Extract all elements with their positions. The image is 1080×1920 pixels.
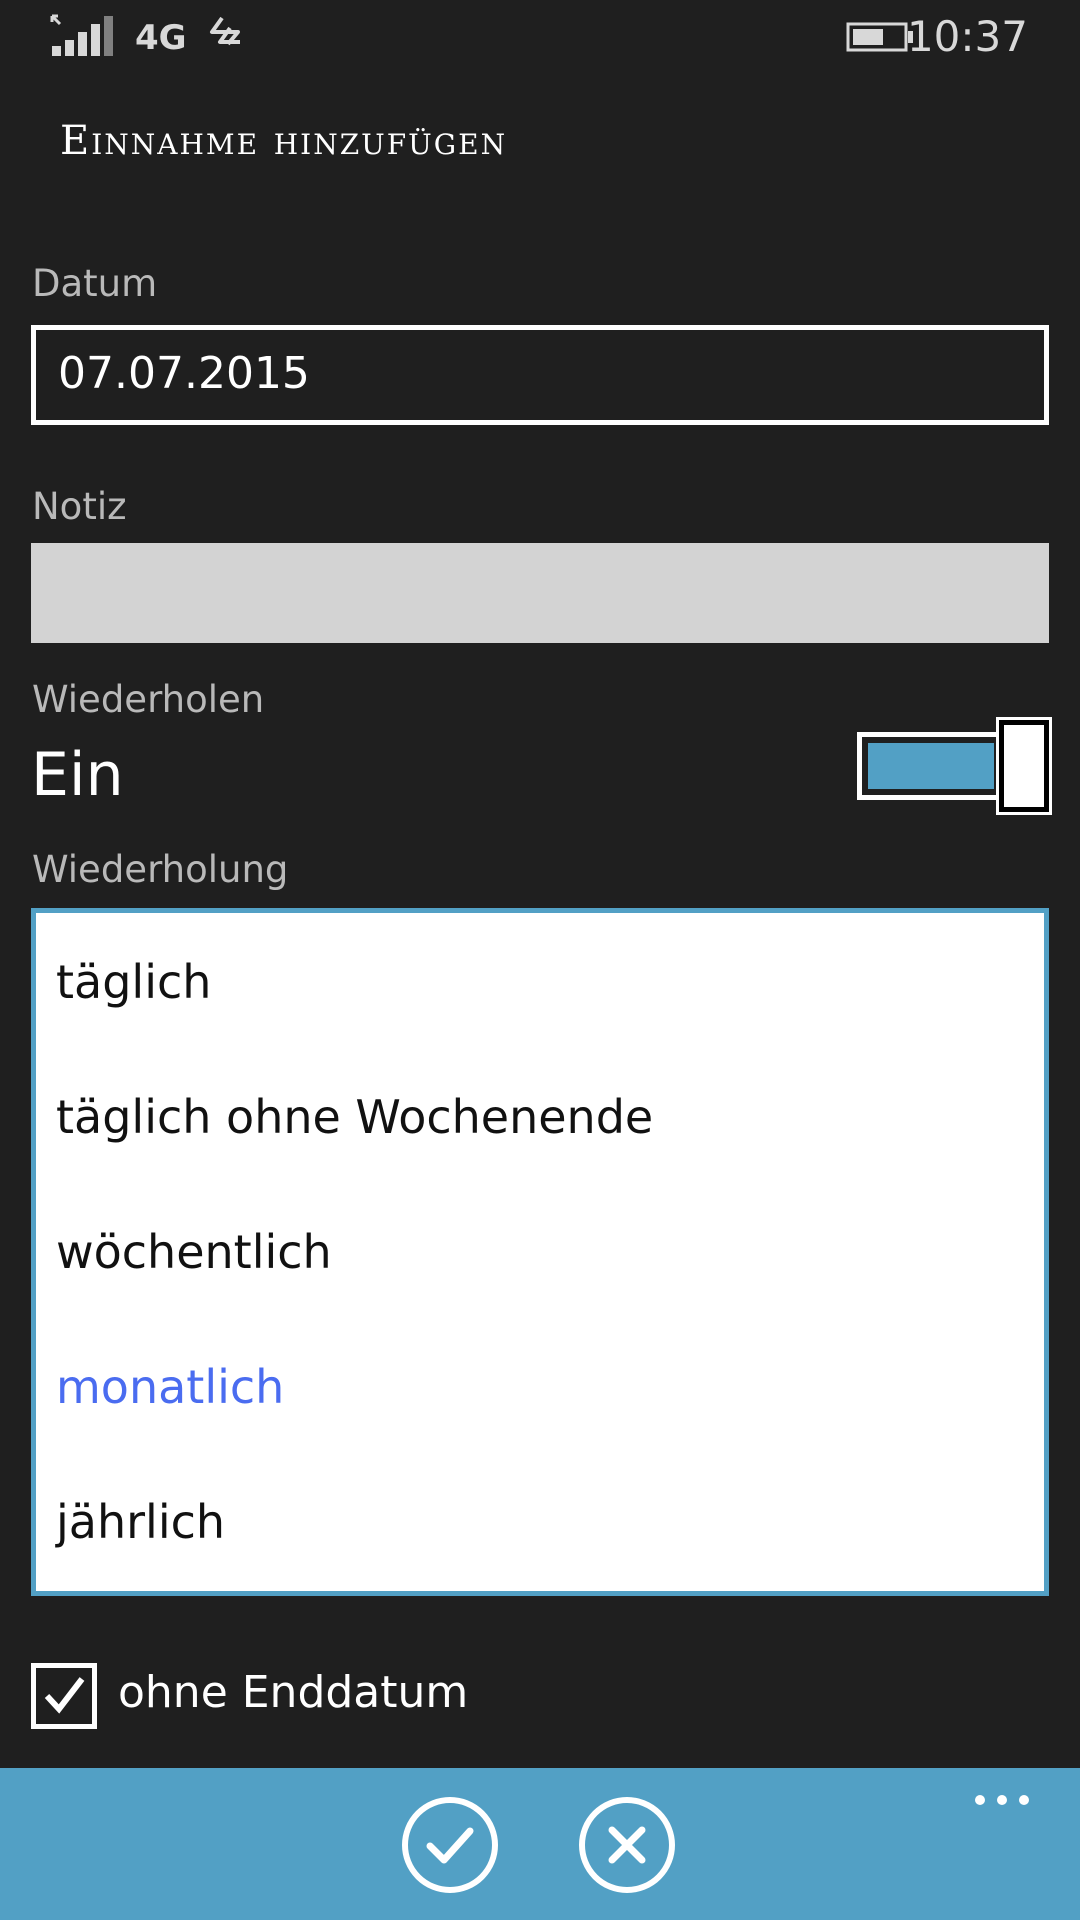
toggle-fill (868, 743, 994, 789)
more-icon[interactable] (972, 1790, 1032, 1810)
list-item-taeglich-ohne-wochenende[interactable]: täglich ohne Wochenende (56, 1090, 653, 1144)
network-label: 4G (135, 18, 187, 58)
list-item-jaehrlich[interactable]: jährlich (56, 1495, 225, 1549)
check-icon[interactable] (400, 1795, 500, 1895)
data-transfer-icon (210, 16, 240, 46)
repeat-state-label: Ein (31, 740, 124, 810)
date-label: Datum (32, 262, 158, 305)
close-icon[interactable] (577, 1795, 677, 1895)
signal-icon (50, 14, 113, 56)
recurrence-list[interactable]: täglich täglich ohne Wochenende wöchentl… (31, 908, 1049, 1596)
no-end-date-label[interactable]: ohne Enddatum (118, 1667, 468, 1718)
repeat-toggle[interactable] (857, 717, 1052, 815)
checkmark-icon (44, 1677, 85, 1714)
page-title: Einnahme hinzufügen (60, 118, 508, 164)
recurrence-label: Wiederholung (32, 848, 289, 891)
toggle-thumb[interactable] (996, 717, 1052, 815)
status-bar: 4G 10:37 (0, 0, 1080, 72)
list-item-taeglich[interactable]: täglich (56, 955, 211, 1009)
list-item-woechentlich[interactable]: wöchentlich (56, 1225, 332, 1279)
note-label: Notiz (32, 485, 127, 528)
note-field[interactable] (31, 543, 1049, 643)
clock: 10:37 (906, 12, 1028, 61)
list-item-monatlich[interactable]: monatlich (56, 1360, 284, 1414)
date-field[interactable]: 07.07.2015 (31, 325, 1049, 425)
app-bar (0, 1768, 1080, 1920)
no-end-date-checkbox[interactable] (31, 1663, 97, 1729)
battery-icon (846, 22, 913, 52)
repeat-label: Wiederholen (32, 678, 265, 721)
